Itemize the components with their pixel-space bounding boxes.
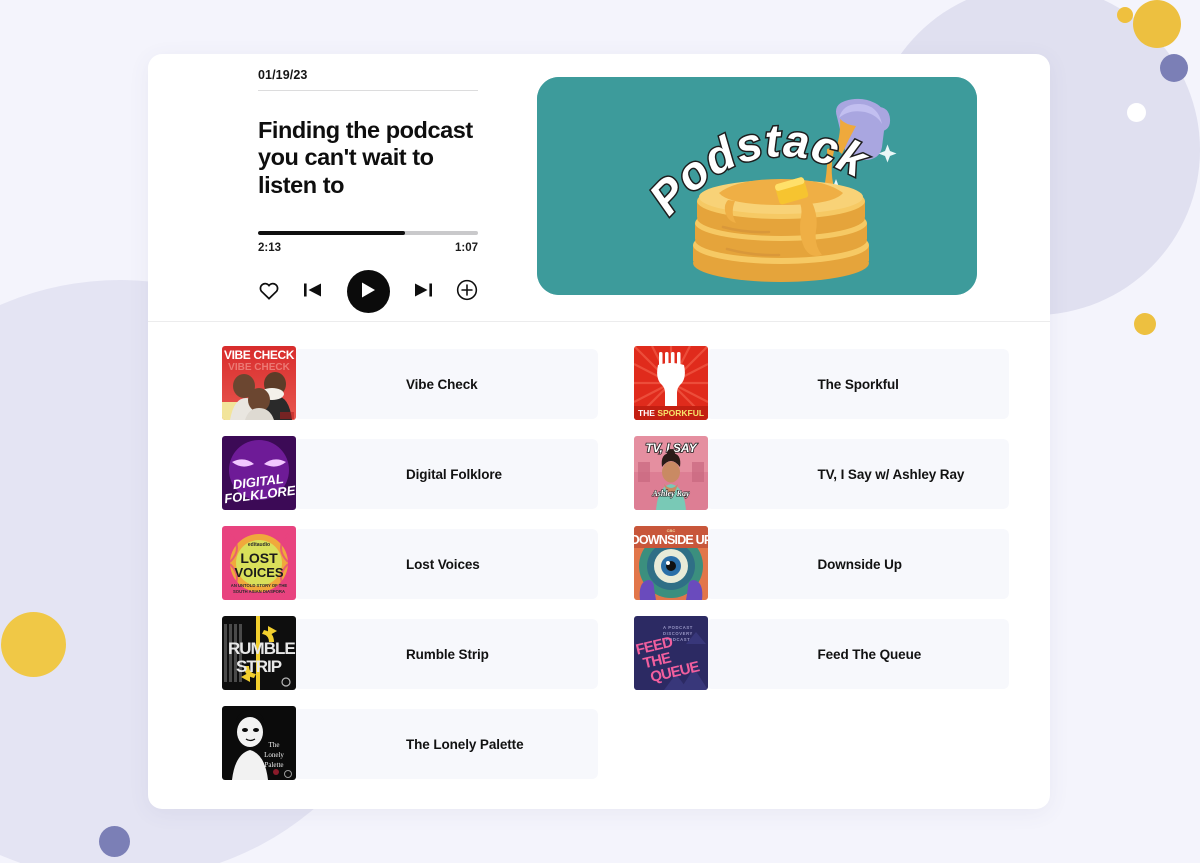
podcast-artwork-downside-up: CBC DOWNSIDE UP [633,526,708,600]
previous-track-icon [303,280,323,303]
podcast-artwork-vibe-check: VIBE CHECK VIBE CHECK [222,346,296,420]
podcast-artwork-lost-voices: editaudio LOST VOICES AN UNTOLD STORY OF… [222,526,296,600]
podcast-title: Downside Up [817,556,903,572]
decorative-circle-purple-top [1160,54,1188,82]
podcast-card: 01/19/23 Finding the podcast you can't w… [148,54,1050,809]
podcast-artwork-rumble-strip: RUMBLE STRIP [222,616,296,690]
list-item-panel: Digital Folklore [294,439,598,509]
svg-text:RUMBLE: RUMBLE [228,639,295,658]
list-item-panel: Downside Up [705,529,1009,599]
svg-text:Lonely: Lonely [264,751,284,759]
decorative-dot-yellow-small [1117,7,1133,23]
podcast-title: Vibe Check [406,376,478,392]
list-item-panel: The Sporkful [705,349,1009,419]
list-item-panel: Feed The Queue [705,619,1009,689]
list-item[interactable]: CBC DOWNSIDE UP Downside Up [633,526,1009,600]
decorative-dot-white [1127,103,1146,122]
episode-title: Finding the podcast you can't wait to li… [258,117,473,198]
add-to-queue-button[interactable] [456,279,478,304]
play-icon [360,281,377,302]
list-item-panel: Vibe Check [294,349,598,419]
like-button[interactable] [258,280,280,303]
play-button[interactable] [346,270,390,314]
add-to-queue-icon [456,279,478,304]
svg-text:Palette: Palette [264,761,283,769]
podcast-list-right-column: THE SPORKFUL The Sporkful TV, I SAY Ashl… [633,346,1009,796]
svg-text:A PODCAST: A PODCAST [663,625,693,630]
list-item[interactable]: RUMBLE STRIP Rumble Strip [222,616,598,690]
time-labels: 2:13 1:07 [258,242,478,254]
next-track-icon [413,280,433,303]
decorative-circle-yellow-middle [1134,313,1156,335]
podcast-list-left-column: VIBE CHECK VIBE CHECK Vibe Check DIGITAL… [222,346,598,796]
date-divider [258,90,478,91]
list-item-panel: The Lonely Palette [294,709,598,779]
player-header: 01/19/23 Finding the podcast you can't w… [148,54,1050,322]
svg-text:DOWNSIDE UP: DOWNSIDE UP [634,533,708,547]
list-item[interactable]: A PODCAST DISCOVERY PODCAST FEED THE QUE… [633,616,1009,690]
svg-text:Ashley Ray: Ashley Ray [651,489,690,498]
decorative-circle-yellow-bottom [1,612,66,677]
svg-text:VIBE CHECK: VIBE CHECK [228,362,290,373]
podstack-artwork-illustration: Podstack [537,77,977,295]
next-track-button[interactable] [413,280,433,303]
list-item[interactable]: The Lonely Palette The Lonely Palette [222,706,598,780]
progress-bar[interactable] [258,231,478,236]
list-item-panel: Rumble Strip [294,619,598,689]
podcast-title: The Lonely Palette [406,736,524,752]
podcast-artwork-the-sporkful: THE SPORKFUL [633,346,708,420]
svg-text:VOICES: VOICES [234,565,283,580]
list-item[interactable]: TV, I SAY Ashley Ray TV, I Say w/ Ashley… [633,436,1009,510]
episode-date: 01/19/23 [258,68,308,82]
podcast-artwork-the-lonely-palette: The Lonely Palette [222,706,296,780]
list-item[interactable]: editaudio LOST VOICES AN UNTOLD STORY OF… [222,526,598,600]
list-item[interactable]: VIBE CHECK VIBE CHECK Vibe Check [222,346,598,420]
podcast-artwork-feed-the-queue: A PODCAST DISCOVERY PODCAST FEED THE QUE… [633,616,708,690]
progress-bar-fill [258,231,406,236]
decorative-circle-purple-bottom [99,826,130,857]
previous-track-button[interactable] [303,280,323,303]
show-artwork: Podstack [537,77,977,295]
svg-text:STRIP: STRIP [236,657,282,676]
podcast-title: Rumble Strip [406,646,489,662]
podcast-title: TV, I Say w/ Ashley Ray [817,466,965,482]
svg-text:VIBE CHECK: VIBE CHECK [224,348,295,362]
podcast-title: Digital Folklore [406,466,502,482]
player-controls [258,270,478,314]
svg-text:AN UNTOLD STORY OF THE: AN UNTOLD STORY OF THE [231,583,288,588]
elapsed-time: 2:13 [258,242,282,255]
remaining-time: 1:07 [454,242,478,255]
progress-section: 2:13 1:07 [258,231,478,254]
svg-text:THE SPORKFUL: THE SPORKFUL [637,408,703,418]
episode-player: 01/19/23 Finding the podcast you can't w… [258,68,478,314]
list-item[interactable]: DIGITAL FOLKLORE Digital Folklore [222,436,598,510]
svg-text:LOST: LOST [240,550,278,566]
podcast-title: The Sporkful [817,376,899,392]
podcast-list: VIBE CHECK VIBE CHECK Vibe Check DIGITAL… [148,322,1050,796]
svg-text:The: The [269,741,280,749]
svg-text:editaudio: editaudio [248,542,270,548]
decorative-circle-yellow-top [1133,0,1181,48]
podcast-artwork-digital-folklore: DIGITAL FOLKLORE [222,436,296,510]
podcast-artwork-tv-i-say: TV, I SAY Ashley Ray [633,436,708,510]
heart-icon [258,280,280,303]
list-item-panel: TV, I Say w/ Ashley Ray [705,439,1009,509]
list-item[interactable]: THE SPORKFUL The Sporkful [633,346,1009,420]
podcast-title: Lost Voices [406,556,480,572]
svg-text:SOUTH ASIAN DIASPORA: SOUTH ASIAN DIASPORA [233,589,285,594]
list-item-panel: Lost Voices [294,529,598,599]
podcast-title: Feed The Queue [817,646,922,662]
